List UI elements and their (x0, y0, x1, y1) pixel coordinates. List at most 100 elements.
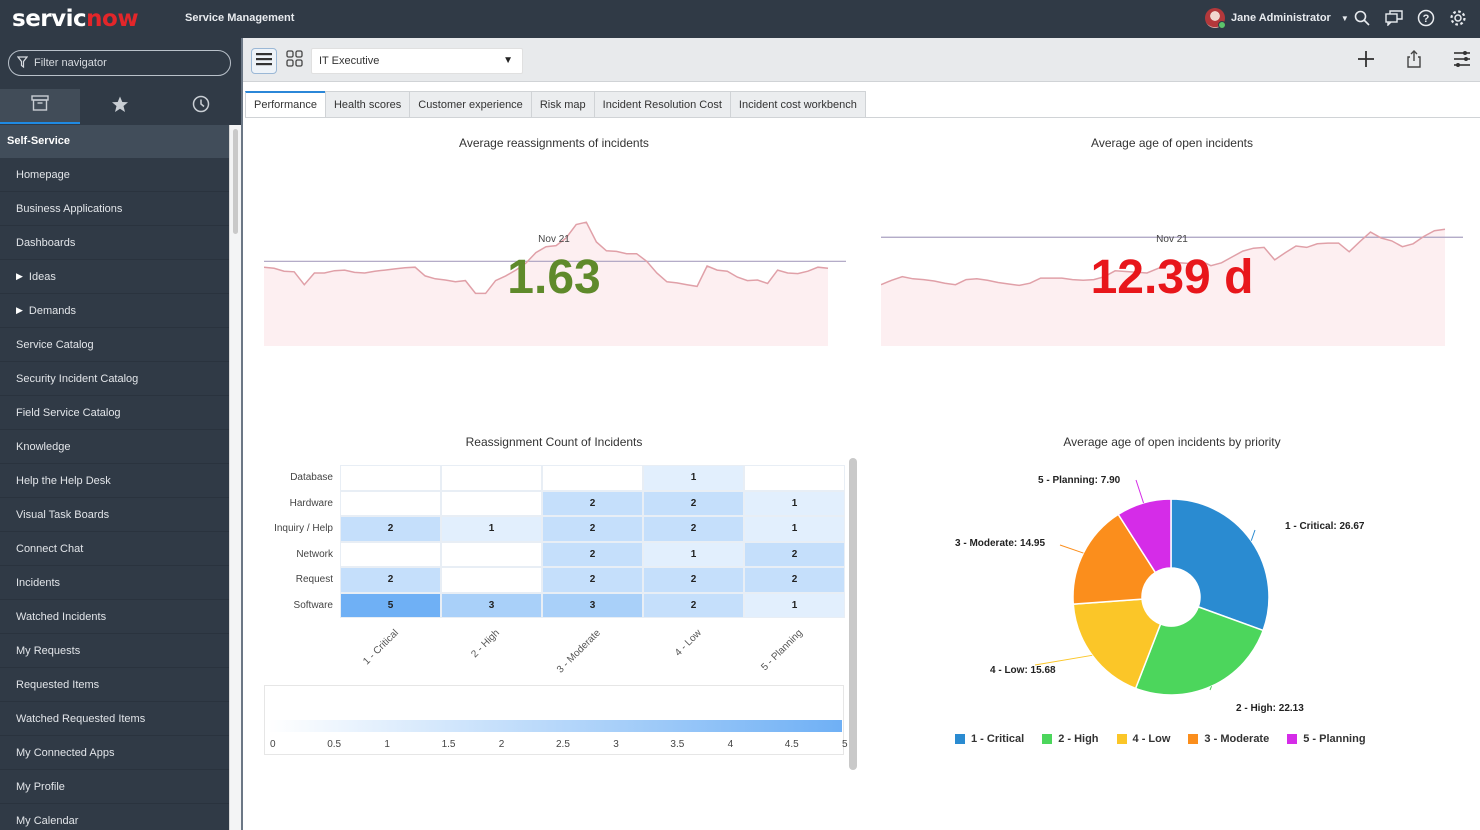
heatmap-cell[interactable] (441, 567, 542, 593)
widget-scrollbar[interactable] (849, 458, 857, 770)
sidebar-item-knowledge[interactable]: Knowledge (0, 430, 229, 464)
heatmap-cell[interactable]: 2 (542, 516, 643, 542)
heatmap-cell[interactable]: 2 (744, 567, 845, 593)
legend-label: 3 - Moderate (1204, 733, 1270, 745)
legend-item[interactable]: 2 - High (1042, 733, 1099, 745)
sliders-icon (1453, 50, 1471, 73)
heatmap-cell[interactable]: 2 (542, 490, 643, 516)
color-axis-tick: 1 (384, 739, 390, 750)
legend-item[interactable]: 1 - Critical (955, 733, 1024, 745)
sidebar-item-dashboards[interactable]: Dashboards (0, 226, 229, 260)
gear-icon[interactable] (1448, 8, 1468, 28)
heatmap-cell[interactable]: 2 (340, 567, 441, 593)
heatmap-cell[interactable]: 2 (643, 592, 744, 618)
score-value[interactable]: 12.39 d (1052, 250, 1292, 305)
heatmap-cell[interactable]: 1 (441, 516, 542, 542)
sidebar-item-my-calendar[interactable]: My Calendar (0, 804, 229, 830)
heatmap-cell[interactable] (340, 541, 441, 567)
sidebar-item-label: Connect Chat (16, 542, 84, 555)
heatmap-cell[interactable]: 1 (643, 465, 744, 491)
product-name: Service Management (185, 12, 295, 24)
sidebar-item-business-applications[interactable]: Business Applications (0, 192, 229, 226)
share-button[interactable] (1401, 48, 1427, 74)
sidebar-item-ideas[interactable]: ▶ Ideas (0, 260, 229, 294)
heatmap-cell[interactable]: 2 (744, 541, 845, 567)
sidebar-item-requested-items[interactable]: Requested Items (0, 668, 229, 702)
heatmap-row-label: Software (293, 599, 333, 611)
legend-label: 1 - Critical (971, 733, 1025, 745)
filter-navigator-input[interactable]: Filter navigator (8, 50, 231, 76)
pie-slice-1-critical[interactable] (1170, 498, 1270, 632)
tab-health-scores[interactable]: Health scores (324, 91, 411, 117)
tab-incident-resolution-cost[interactable]: Incident Resolution Cost (593, 91, 731, 117)
heatmap-cell[interactable]: 2 (542, 567, 643, 593)
tab-incident-cost-workbench[interactable]: Incident cost workbench (729, 91, 866, 117)
tab-favorites[interactable] (80, 89, 160, 124)
sidebar-item-watched-requested-items[interactable]: Watched Requested Items (0, 702, 229, 736)
heatmap-cell[interactable]: 3 (441, 592, 542, 618)
legend-label: 2 - High (1058, 733, 1099, 745)
pie-legend: 1 - Critical 2 - High 4 - Low 3 - Moderate 5… (955, 733, 1366, 745)
add-widget-button[interactable] (1353, 48, 1379, 74)
expand-triangle-icon[interactable]: ▶ (16, 271, 23, 282)
legend-item[interactable]: 4 - Low (1116, 733, 1170, 745)
heatmap-row-label: Hardware (289, 497, 333, 509)
tab-risk-map[interactable]: Risk map (530, 91, 595, 117)
settings-sliders-button[interactable] (1449, 48, 1475, 74)
heatmap-cell[interactable]: 2 (542, 541, 643, 567)
heatmap-cell[interactable]: 1 (744, 490, 845, 516)
sidebar-item-visual-task-boards[interactable]: Visual Task Boards (0, 498, 229, 532)
date-label: Nov 21 (538, 234, 570, 245)
sidebar-item-my-connected-apps[interactable]: My Connected Apps (0, 736, 229, 770)
heatmap-cell[interactable]: 2 (643, 516, 744, 542)
heatmap-cell[interactable] (744, 465, 845, 491)
tab-customer-experience[interactable]: Customer experience (409, 91, 532, 117)
legend-item[interactable]: 5 - Planning (1287, 733, 1366, 745)
tab-all-applications[interactable] (0, 89, 81, 124)
widget-title-age-by-priority: Average age of open incidents by priorit… (1063, 435, 1281, 449)
scrollbar-thumb[interactable] (233, 129, 238, 234)
heatmap-cell[interactable] (340, 490, 441, 516)
heatmap-cell[interactable]: 5 (340, 592, 441, 618)
heatmap-cell[interactable] (441, 465, 542, 491)
heatmap-cell[interactable]: 1 (744, 516, 845, 542)
tab-history[interactable] (161, 89, 241, 124)
heatmap-cell[interactable] (441, 490, 542, 516)
chat-icon[interactable] (1384, 8, 1404, 28)
sidebar-item-demands[interactable]: ▶ Demands (0, 294, 229, 328)
servicenow-logo[interactable]: servicnow (12, 6, 139, 32)
sidebar-item-my-requests[interactable]: My Requests (0, 634, 229, 668)
sidebar-item-help-the-help-desk[interactable]: Help the Help Desk (0, 464, 229, 498)
heatmap-cell[interactable] (340, 465, 441, 491)
heatmap-cell[interactable] (542, 465, 643, 491)
navigator-scrollbar[interactable] (229, 125, 241, 830)
search-icon[interactable] (1352, 8, 1372, 28)
tab-performance[interactable]: Performance (245, 91, 326, 117)
expand-triangle-icon[interactable]: ▶ (16, 305, 23, 316)
list-view-button[interactable] (251, 48, 277, 74)
heatmap-cell[interactable]: 2 (340, 516, 441, 542)
heatmap-cell[interactable]: 2 (643, 567, 744, 593)
score-value[interactable]: 1.63 (454, 250, 654, 305)
sidebar-item-watched-incidents[interactable]: Watched Incidents (0, 600, 229, 634)
heatmap-cell[interactable]: 1 (744, 592, 845, 618)
sidebar-item-service-catalog[interactable]: Service Catalog (0, 328, 229, 362)
sidebar-item-security-incident-catalog[interactable]: Security Incident Catalog (0, 362, 229, 396)
sidebar-item-field-service-catalog[interactable]: Field Service Catalog (0, 396, 229, 430)
sidebar-item-label: Service Catalog (16, 338, 94, 351)
heatmap-cell[interactable] (441, 541, 542, 567)
sidebar-item-incidents[interactable]: Incidents (0, 566, 229, 600)
color-axis-tick: 2.5 (556, 739, 570, 750)
sidebar-item-connect-chat[interactable]: Connect Chat (0, 532, 229, 566)
sidebar-item-my-profile[interactable]: My Profile (0, 770, 229, 804)
heatmap-cell[interactable]: 3 (542, 592, 643, 618)
help-icon[interactable]: ? (1416, 8, 1436, 28)
legend-item[interactable]: 3 - Moderate (1188, 733, 1269, 745)
dashboard-select[interactable]: IT Executive ▼ (311, 48, 523, 74)
grid-view-button[interactable] (281, 48, 307, 74)
heatmap-cell[interactable]: 2 (643, 490, 744, 516)
user-menu[interactable]: Jane Administrator ▼ (1205, 8, 1349, 29)
heatmap-cell[interactable]: 1 (643, 541, 744, 567)
nav-section-self-service[interactable]: Self-Service (0, 125, 229, 158)
sidebar-item-homepage[interactable]: Homepage (0, 158, 229, 192)
